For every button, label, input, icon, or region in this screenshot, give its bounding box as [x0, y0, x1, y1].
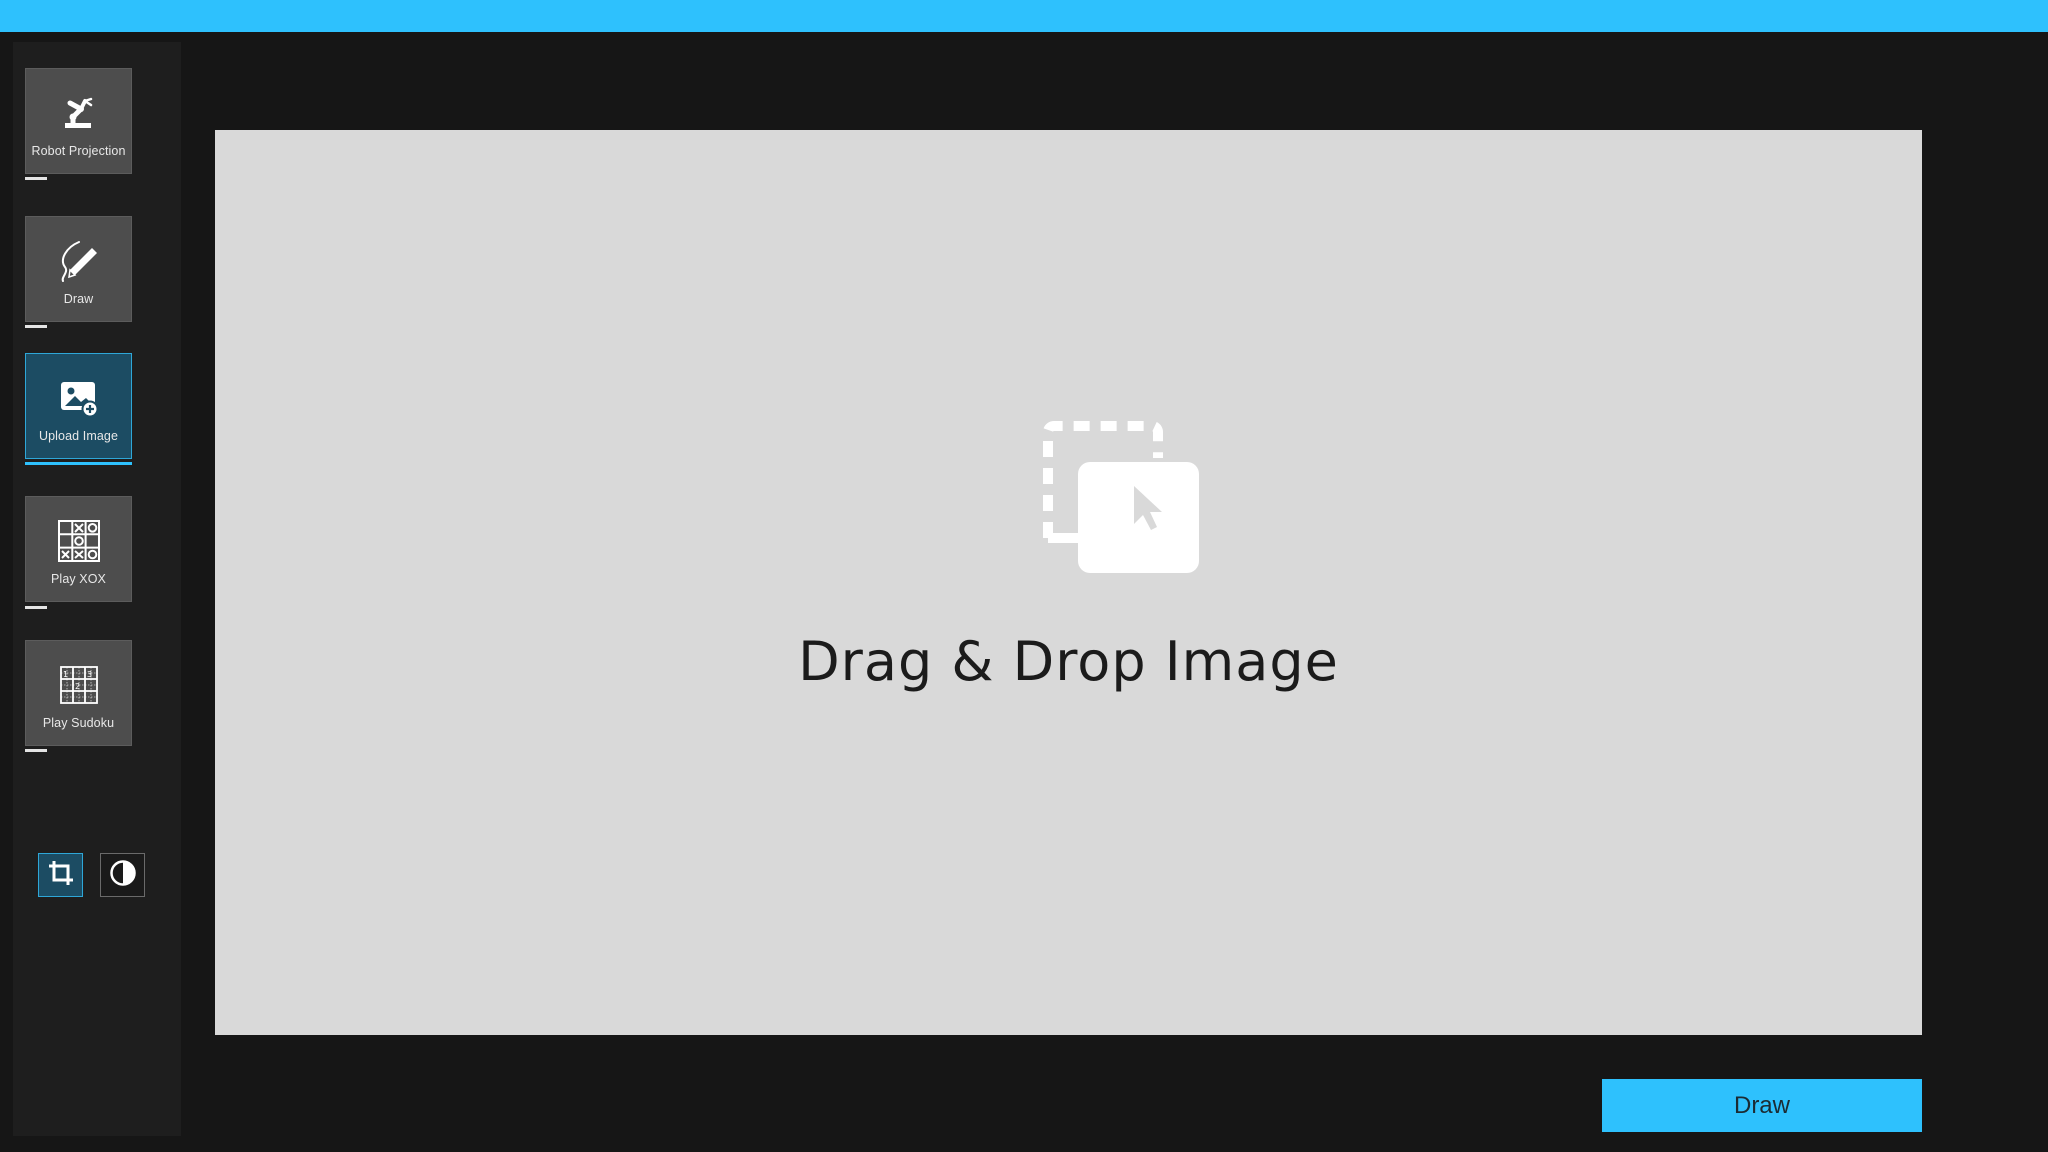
sudoku-grid-icon: 1 3 2	[57, 663, 101, 707]
contrast-button[interactable]	[100, 853, 145, 897]
mode-indicator	[25, 749, 47, 752]
tic-tac-toe-icon	[57, 519, 101, 563]
mode-indicator-active	[25, 462, 132, 465]
mode-indicator	[25, 606, 47, 609]
mode-play-sudoku[interactable]: 1 3 2 Play Sudoku	[25, 640, 132, 746]
robot-arm-icon	[57, 91, 101, 135]
crop-icon	[48, 860, 74, 891]
contrast-icon	[109, 859, 137, 892]
mode-play-xox[interactable]: Play XOX	[25, 496, 132, 602]
mode-robot-projection[interactable]: Robot Projection	[25, 68, 132, 174]
draw-button[interactable]: Draw	[1602, 1079, 1922, 1132]
mode-label: Robot Projection	[31, 144, 126, 158]
mode-upload-image[interactable]: Upload Image	[25, 353, 132, 459]
crop-button[interactable]	[38, 853, 83, 897]
mode-indicator	[25, 325, 47, 328]
svg-text:3: 3	[87, 670, 92, 679]
mode-label: Upload Image	[38, 429, 119, 443]
mode-label: Draw	[63, 292, 94, 306]
mode-label: Play XOX	[51, 572, 106, 586]
top-accent-bar	[0, 0, 2048, 32]
mode-indicator	[25, 177, 47, 180]
svg-text:2: 2	[75, 682, 80, 691]
drag-drop-icon	[1040, 418, 1206, 582]
image-drop-zone[interactable]: Drag & Drop Image	[215, 130, 1922, 1035]
svg-text:1: 1	[63, 670, 68, 679]
pencil-scribble-icon	[57, 239, 101, 283]
drop-zone-label: Drag & Drop Image	[798, 630, 1339, 693]
mode-draw[interactable]: Draw	[25, 216, 132, 322]
mode-label: Play Sudoku	[42, 716, 115, 730]
image-add-icon	[57, 376, 101, 420]
